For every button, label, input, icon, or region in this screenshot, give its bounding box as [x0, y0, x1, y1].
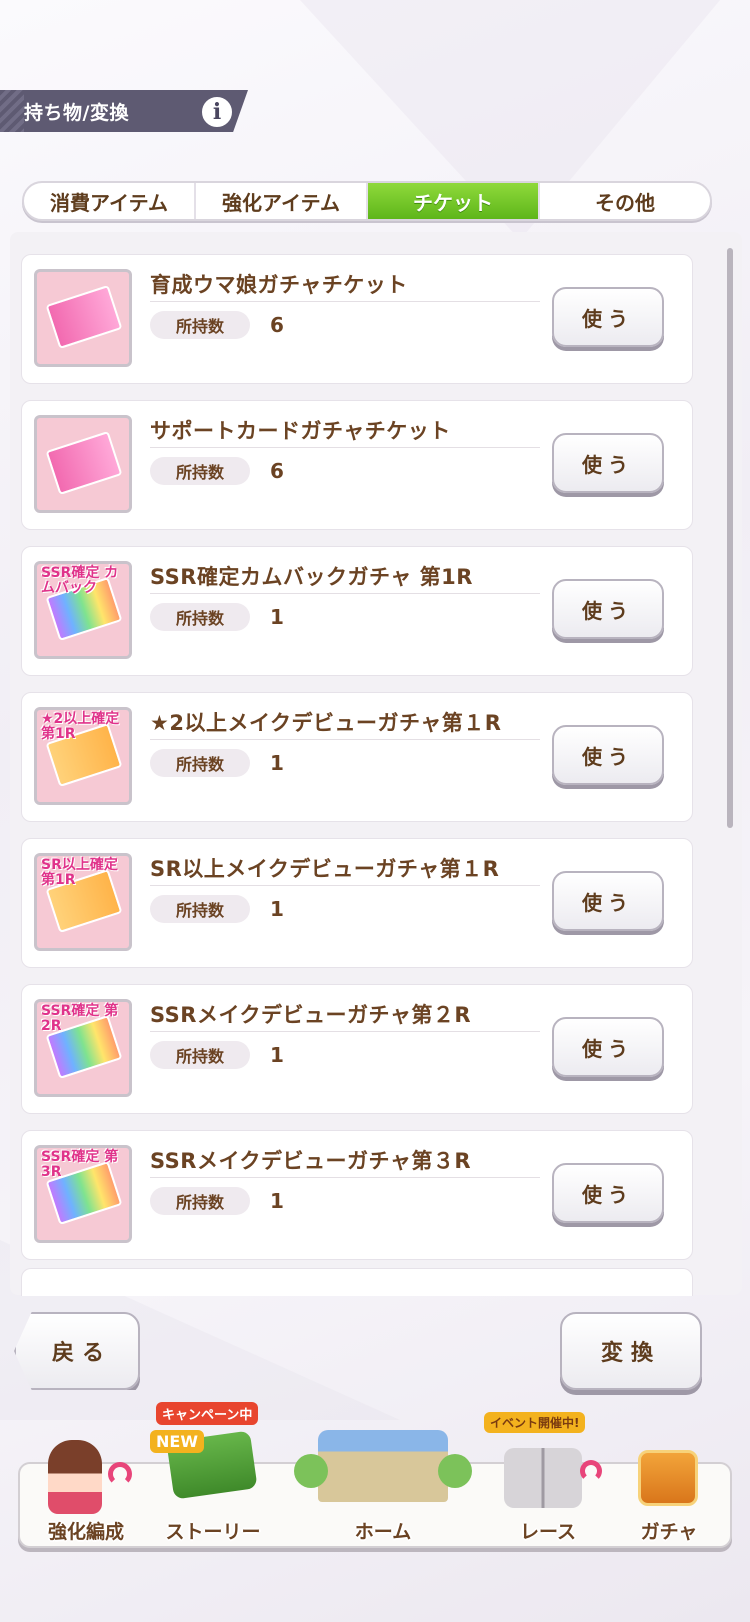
gacha-door-icon — [638, 1450, 698, 1506]
icon-label: SSR確定 第3R — [41, 1149, 119, 1180]
divider — [150, 1031, 540, 1032]
list-item: サポートカードガチャチケット 所持数 6 使う — [21, 400, 693, 530]
item-name: SR以上メイクデビューガチャ第１R — [150, 857, 500, 881]
item-name: SSRメイクデビューガチャ第３R — [150, 1149, 472, 1173]
item-name: SSR確定カムバックガチャ 第1R — [150, 565, 473, 589]
rainbow-ticket-icon: SSR確定 第2R — [34, 999, 132, 1097]
pink-horse-ticket-icon — [34, 269, 132, 367]
divider — [150, 593, 540, 594]
horseshoe-icon — [108, 1462, 132, 1486]
nav-label: ストーリー — [165, 1521, 261, 1543]
divider — [150, 1177, 540, 1178]
qty-label: 所持数 — [150, 1187, 250, 1215]
item-name: SSRメイクデビューガチャ第２R — [150, 1003, 472, 1027]
list-item: ★2以上確定 第1R ★2以上メイクデビューガチャ第１R 所持数 1 使う — [21, 692, 693, 822]
list-item: 育成ウマ娘ガチャチケット 所持数 6 使う — [21, 254, 693, 384]
item-name: サポートカードガチャチケット — [150, 419, 451, 443]
list-item: SR以上確定 第1R SR以上メイクデビューガチャ第１R 所持数 1 使う — [21, 838, 693, 968]
new-badge: NEW — [150, 1430, 204, 1453]
icon-label: SR以上確定 第1R — [41, 857, 118, 888]
info-icon[interactable]: i — [200, 95, 234, 129]
use-button[interactable]: 使う — [552, 579, 664, 639]
list-item-partial — [21, 1268, 693, 1296]
back-button[interactable]: 戻る — [14, 1312, 140, 1390]
use-button[interactable]: 使う — [552, 287, 664, 347]
list-item: SSR確定 第3R SSRメイクデビューガチャ第３R 所持数 1 使う — [21, 1130, 693, 1260]
tab-consumables[interactable]: 消費アイテム — [24, 183, 196, 219]
list-scrollbar[interactable] — [727, 248, 733, 828]
nav-label: 強化編成 — [47, 1521, 124, 1543]
icon-label: SSR確定 カムバック — [41, 565, 119, 596]
divider — [150, 447, 540, 448]
qty-label: 所持数 — [150, 603, 250, 631]
use-button[interactable]: 使う — [552, 1163, 664, 1223]
qty-value: 1 — [270, 897, 284, 921]
tree-icon — [438, 1454, 472, 1488]
header-stripes — [0, 90, 24, 132]
qty-value: 1 — [270, 1189, 284, 1213]
use-button[interactable]: 使う — [552, 725, 664, 785]
list-item: SSR確定 第2R SSRメイクデビューガチャ第２R 所持数 1 使う — [21, 984, 693, 1114]
use-button[interactable]: 使う — [552, 1017, 664, 1077]
divider — [150, 301, 540, 302]
nav-item-enhance[interactable]: 強化編成 — [26, 1440, 146, 1550]
use-button[interactable]: 使う — [552, 871, 664, 931]
school-building-icon — [318, 1430, 448, 1502]
horseshoe-icon — [580, 1460, 602, 1482]
divider — [150, 885, 540, 886]
qty-label: 所持数 — [150, 895, 250, 923]
list-item: SSR確定 カムバック SSR確定カムバックガチャ 第1R 所持数 1 使う — [21, 546, 693, 676]
qty-value: 1 — [270, 751, 284, 775]
qty-label: 所持数 — [150, 457, 250, 485]
character-portrait-icon — [48, 1440, 102, 1514]
tab-tickets[interactable]: チケット — [368, 183, 540, 219]
use-button[interactable]: 使う — [552, 433, 664, 493]
event-badge: イベント開催中! — [484, 1412, 586, 1433]
nav-label: ホーム — [354, 1521, 412, 1543]
item-name: 育成ウマ娘ガチャチケット — [150, 273, 408, 297]
nav-item-race[interactable]: イベント開催中! レース — [484, 1412, 608, 1550]
icon-label: ★2以上確定 第1R — [41, 711, 120, 742]
nav-item-gacha[interactable]: ガチャ — [610, 1450, 728, 1550]
item-name: ★2以上メイクデビューガチャ第１R — [150, 711, 502, 735]
nav-label: ガチャ — [640, 1521, 698, 1543]
qty-value: 1 — [270, 605, 284, 629]
page-title: 持ち物/変換 — [24, 101, 129, 124]
rainbow-ticket-icon: SSR確定 第3R — [34, 1145, 132, 1243]
divider — [150, 739, 540, 740]
bottom-nav: 強化編成 キャンペーン中 NEW ストーリー ホーム イベント開催中! レース … — [18, 1402, 732, 1550]
orange-ticket-icon: SR以上確定 第1R — [34, 853, 132, 951]
qty-value: 6 — [270, 313, 284, 337]
tab-other[interactable]: その他 — [540, 183, 710, 219]
qty-label: 所持数 — [150, 311, 250, 339]
qty-value: 6 — [270, 459, 284, 483]
nav-item-story[interactable]: キャンペーン中 NEW ストーリー — [148, 1402, 278, 1550]
nav-item-home[interactable]: ホーム — [280, 1430, 486, 1550]
race-gate-icon — [504, 1448, 582, 1508]
rainbow-ticket-icon: SSR確定 カムバック — [34, 561, 132, 659]
tab-enhancement[interactable]: 強化アイテム — [196, 183, 368, 219]
qty-label: 所持数 — [150, 749, 250, 777]
orange-ticket-icon: ★2以上確定 第1R — [34, 707, 132, 805]
qty-value: 1 — [270, 1043, 284, 1067]
pink-support-ticket-icon — [34, 415, 132, 513]
nav-label: レース — [519, 1521, 577, 1543]
tree-icon — [294, 1454, 328, 1488]
campaign-badge: キャンペーン中 — [156, 1402, 259, 1425]
category-tabs: 消費アイテム 強化アイテム チケット その他 — [22, 181, 712, 221]
convert-button[interactable]: 変換 — [560, 1312, 702, 1390]
qty-label: 所持数 — [150, 1041, 250, 1069]
icon-label: SSR確定 第2R — [41, 1003, 119, 1034]
